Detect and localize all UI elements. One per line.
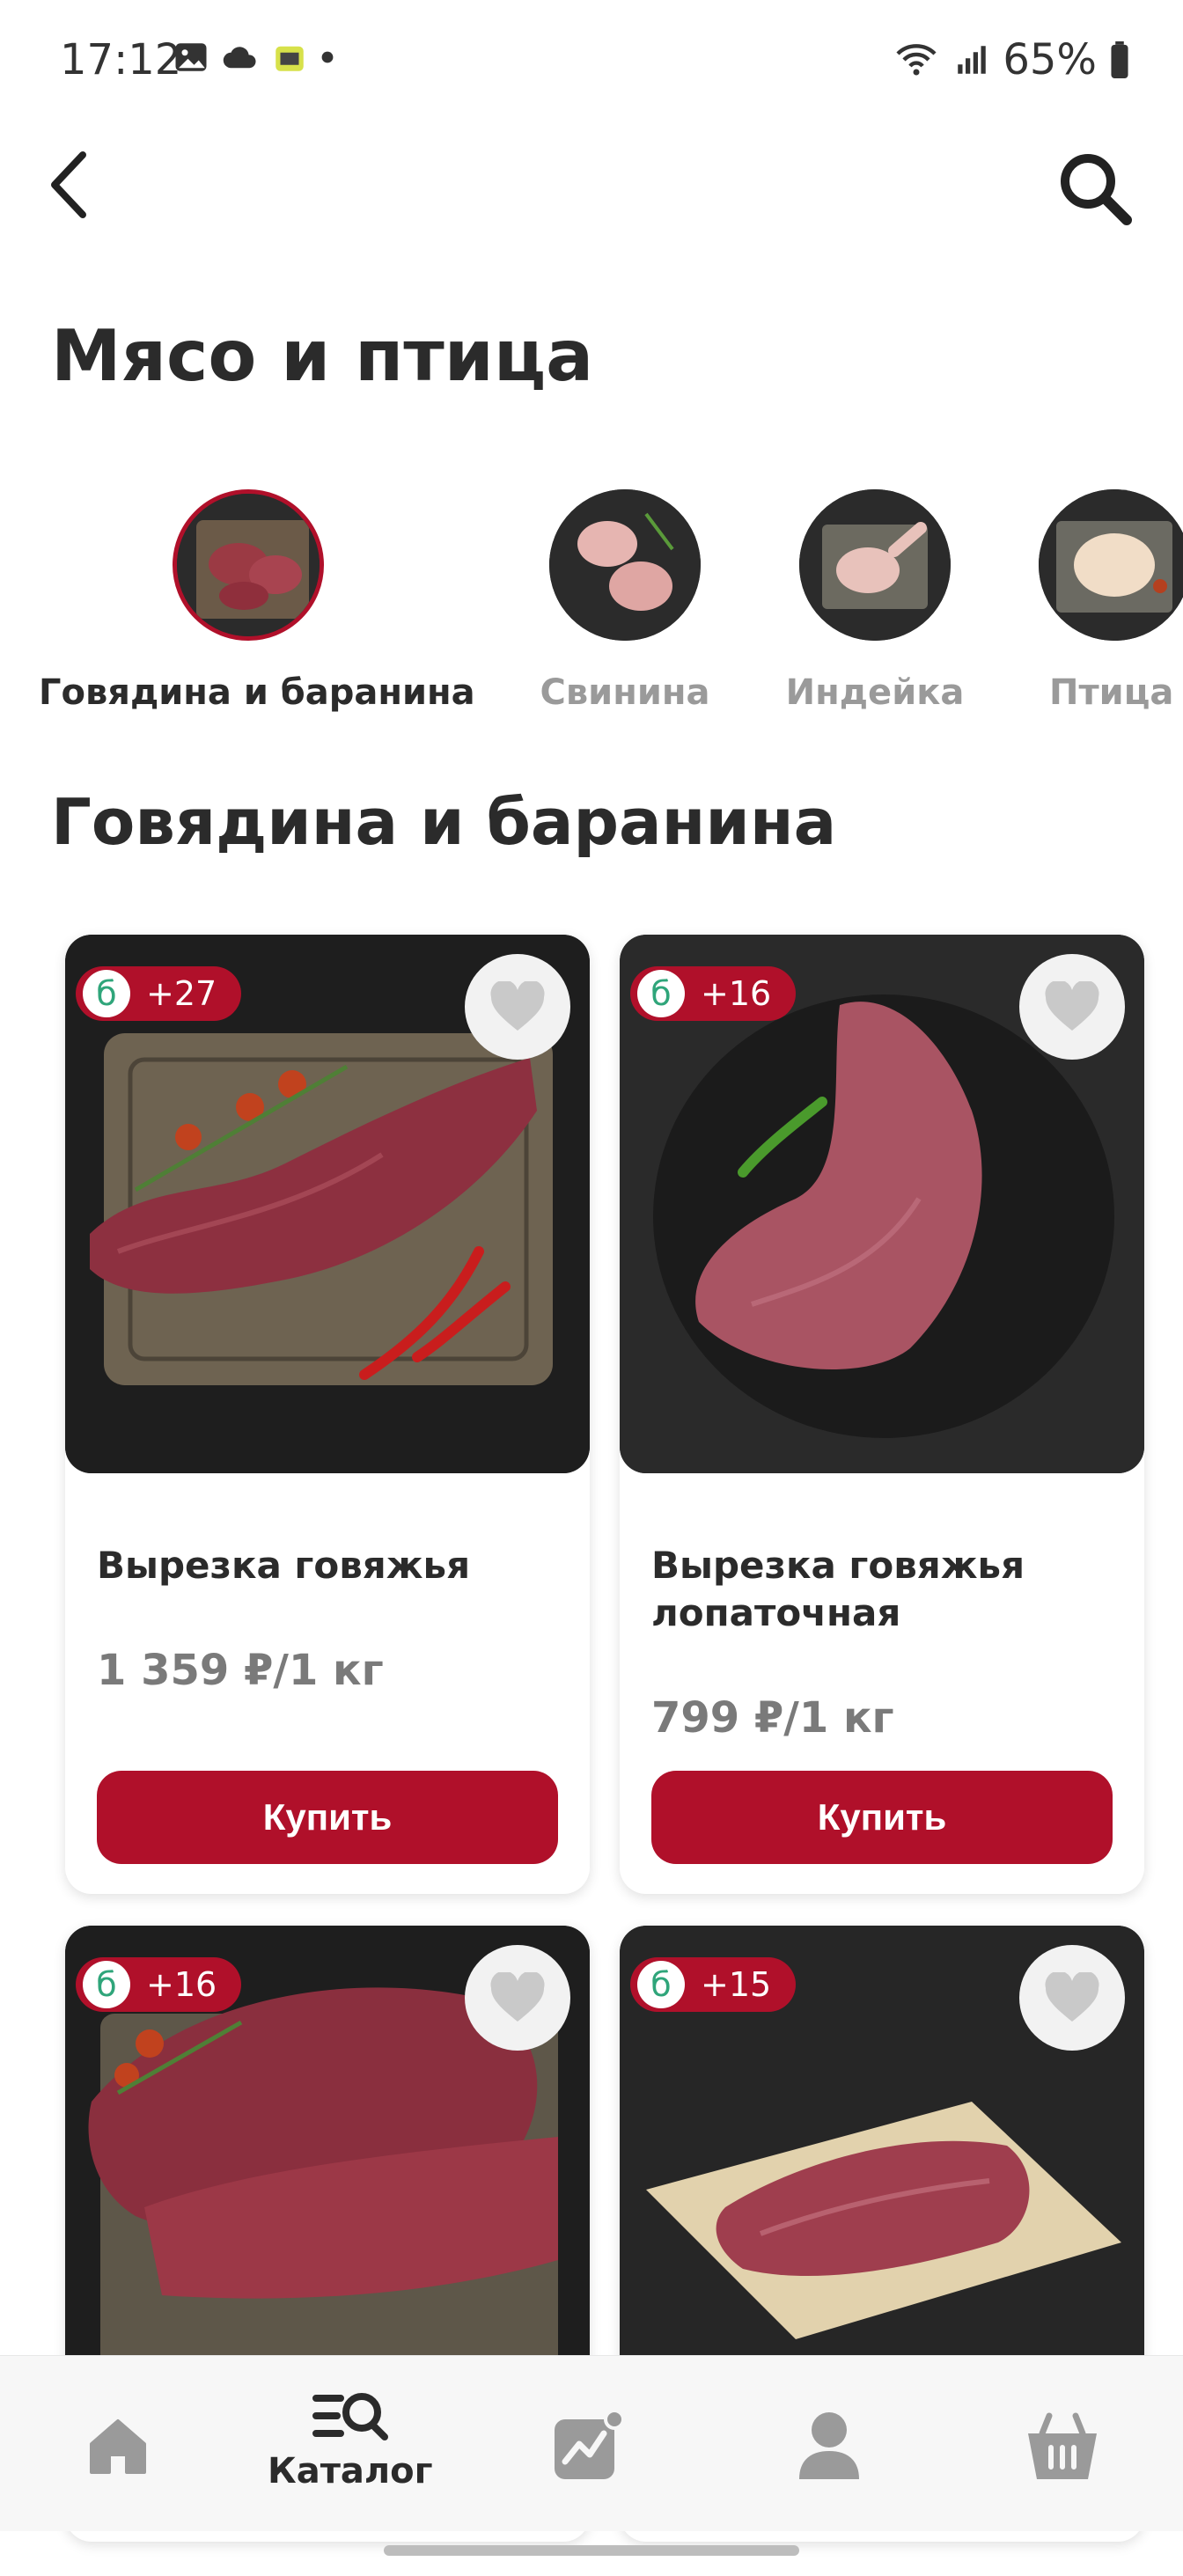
- bonus-coin-icon: б: [637, 970, 685, 1017]
- heart-icon: [490, 1972, 545, 2022]
- chicken-photo-icon: [1039, 489, 1183, 641]
- subcategory-scroller[interactable]: Говядина и баранина Свинина Индейка Птиц…: [0, 489, 1183, 718]
- favorite-button[interactable]: [1019, 954, 1125, 1060]
- bonus-badge: б +27: [76, 966, 242, 1021]
- bonus-coin-icon: б: [637, 1961, 685, 2008]
- status-bar: 17:12 65%: [0, 0, 1183, 123]
- signal-icon: [958, 46, 987, 74]
- promo-chart-icon: [555, 2409, 625, 2479]
- subcategory-label: Птица: [1049, 672, 1174, 713]
- bonus-badge: б +15: [630, 1957, 797, 2012]
- product-card[interactable]: б +27 Вырезка говяжья 1 359 ₽/1 кг Купит…: [65, 935, 590, 1894]
- bonus-value: +16: [701, 974, 772, 1013]
- nav-cart[interactable]: [1025, 2409, 1100, 2483]
- product-name[interactable]: Вырезка говяжья: [97, 1542, 555, 1589]
- subcategory-image: [173, 489, 324, 641]
- bottom-navigation: Каталог: [0, 2355, 1183, 2531]
- wifi-icon: [896, 44, 937, 76]
- product-price: 1 359 ₽/1 кг: [97, 1646, 384, 1695]
- section-title: Говядина и баранина: [51, 785, 837, 859]
- favorite-button[interactable]: [465, 1945, 570, 2051]
- app-icon: [276, 46, 304, 71]
- back-button[interactable]: [40, 148, 97, 222]
- status-time: 17:12: [60, 35, 182, 84]
- nav-home[interactable]: [84, 2412, 151, 2479]
- subcategory-image: [799, 489, 951, 641]
- home-icon: [90, 2419, 146, 2474]
- subcategory-label: Индейка: [785, 672, 965, 713]
- screen: 17:12 65% Мясо и птица Говядина и барани…: [0, 0, 1183, 2576]
- subcategory-image: [1039, 489, 1183, 641]
- bonus-badge: б +16: [76, 1957, 242, 2012]
- subcategory-label: Свинина: [540, 672, 710, 713]
- bonus-coin-icon: б: [83, 1961, 130, 2008]
- beef-photo-icon: [177, 494, 320, 636]
- nav-profile[interactable]: [796, 2409, 863, 2483]
- heart-icon: [1045, 981, 1099, 1031]
- nav-catalog-label: Каталог: [268, 2451, 433, 2492]
- buy-button[interactable]: Купить: [651, 1771, 1113, 1864]
- image-icon: [175, 43, 207, 71]
- cart-icon: [1028, 2412, 1097, 2479]
- battery-percent: 65%: [1003, 35, 1097, 84]
- status-icons-left: [173, 39, 334, 76]
- product-image[interactable]: б +16: [620, 935, 1144, 1473]
- status-icons-right: 65%: [892, 35, 1130, 84]
- profile-icon: [799, 2412, 859, 2479]
- search-icon: [1061, 154, 1132, 225]
- subcategory-label: Говядина и баранина: [39, 672, 475, 713]
- battery-icon: [1111, 41, 1128, 78]
- product-image[interactable]: б +27: [65, 935, 590, 1473]
- product-price: 799 ₽/1 кг: [651, 1693, 894, 1743]
- buy-button[interactable]: Купить: [97, 1771, 558, 1864]
- back-arrow-icon: [51, 151, 86, 218]
- subcategory-image: [549, 489, 701, 641]
- turkey-photo-icon: [799, 489, 951, 641]
- gesture-home-bar[interactable]: [384, 2545, 799, 2556]
- cloud-icon: [223, 47, 256, 69]
- favorite-button[interactable]: [1019, 1945, 1125, 2051]
- heart-icon: [490, 981, 545, 1031]
- pork-photo-icon: [549, 489, 701, 641]
- bonus-value: +15: [701, 1965, 772, 2004]
- favorite-button[interactable]: [465, 954, 570, 1060]
- nav-catalog[interactable]: Каталог: [268, 2388, 433, 2492]
- product-card[interactable]: б +16 Вырезка говяжья лопаточная 799 ₽/1…: [620, 935, 1144, 1894]
- bonus-value: +16: [146, 1965, 217, 2004]
- search-button[interactable]: [1056, 150, 1135, 225]
- bonus-coin-icon: б: [83, 970, 130, 1017]
- page-title: Мясо и птица: [51, 315, 594, 397]
- heart-icon: [1045, 1972, 1099, 2022]
- product-name[interactable]: Вырезка говяжья лопаточная: [651, 1542, 1109, 1637]
- catalog-icon: [312, 2393, 388, 2440]
- dot-icon: [321, 51, 334, 63]
- bonus-value: +27: [146, 974, 217, 1013]
- nav-promotions[interactable]: [551, 2409, 627, 2483]
- bonus-badge: б +16: [630, 966, 797, 1021]
